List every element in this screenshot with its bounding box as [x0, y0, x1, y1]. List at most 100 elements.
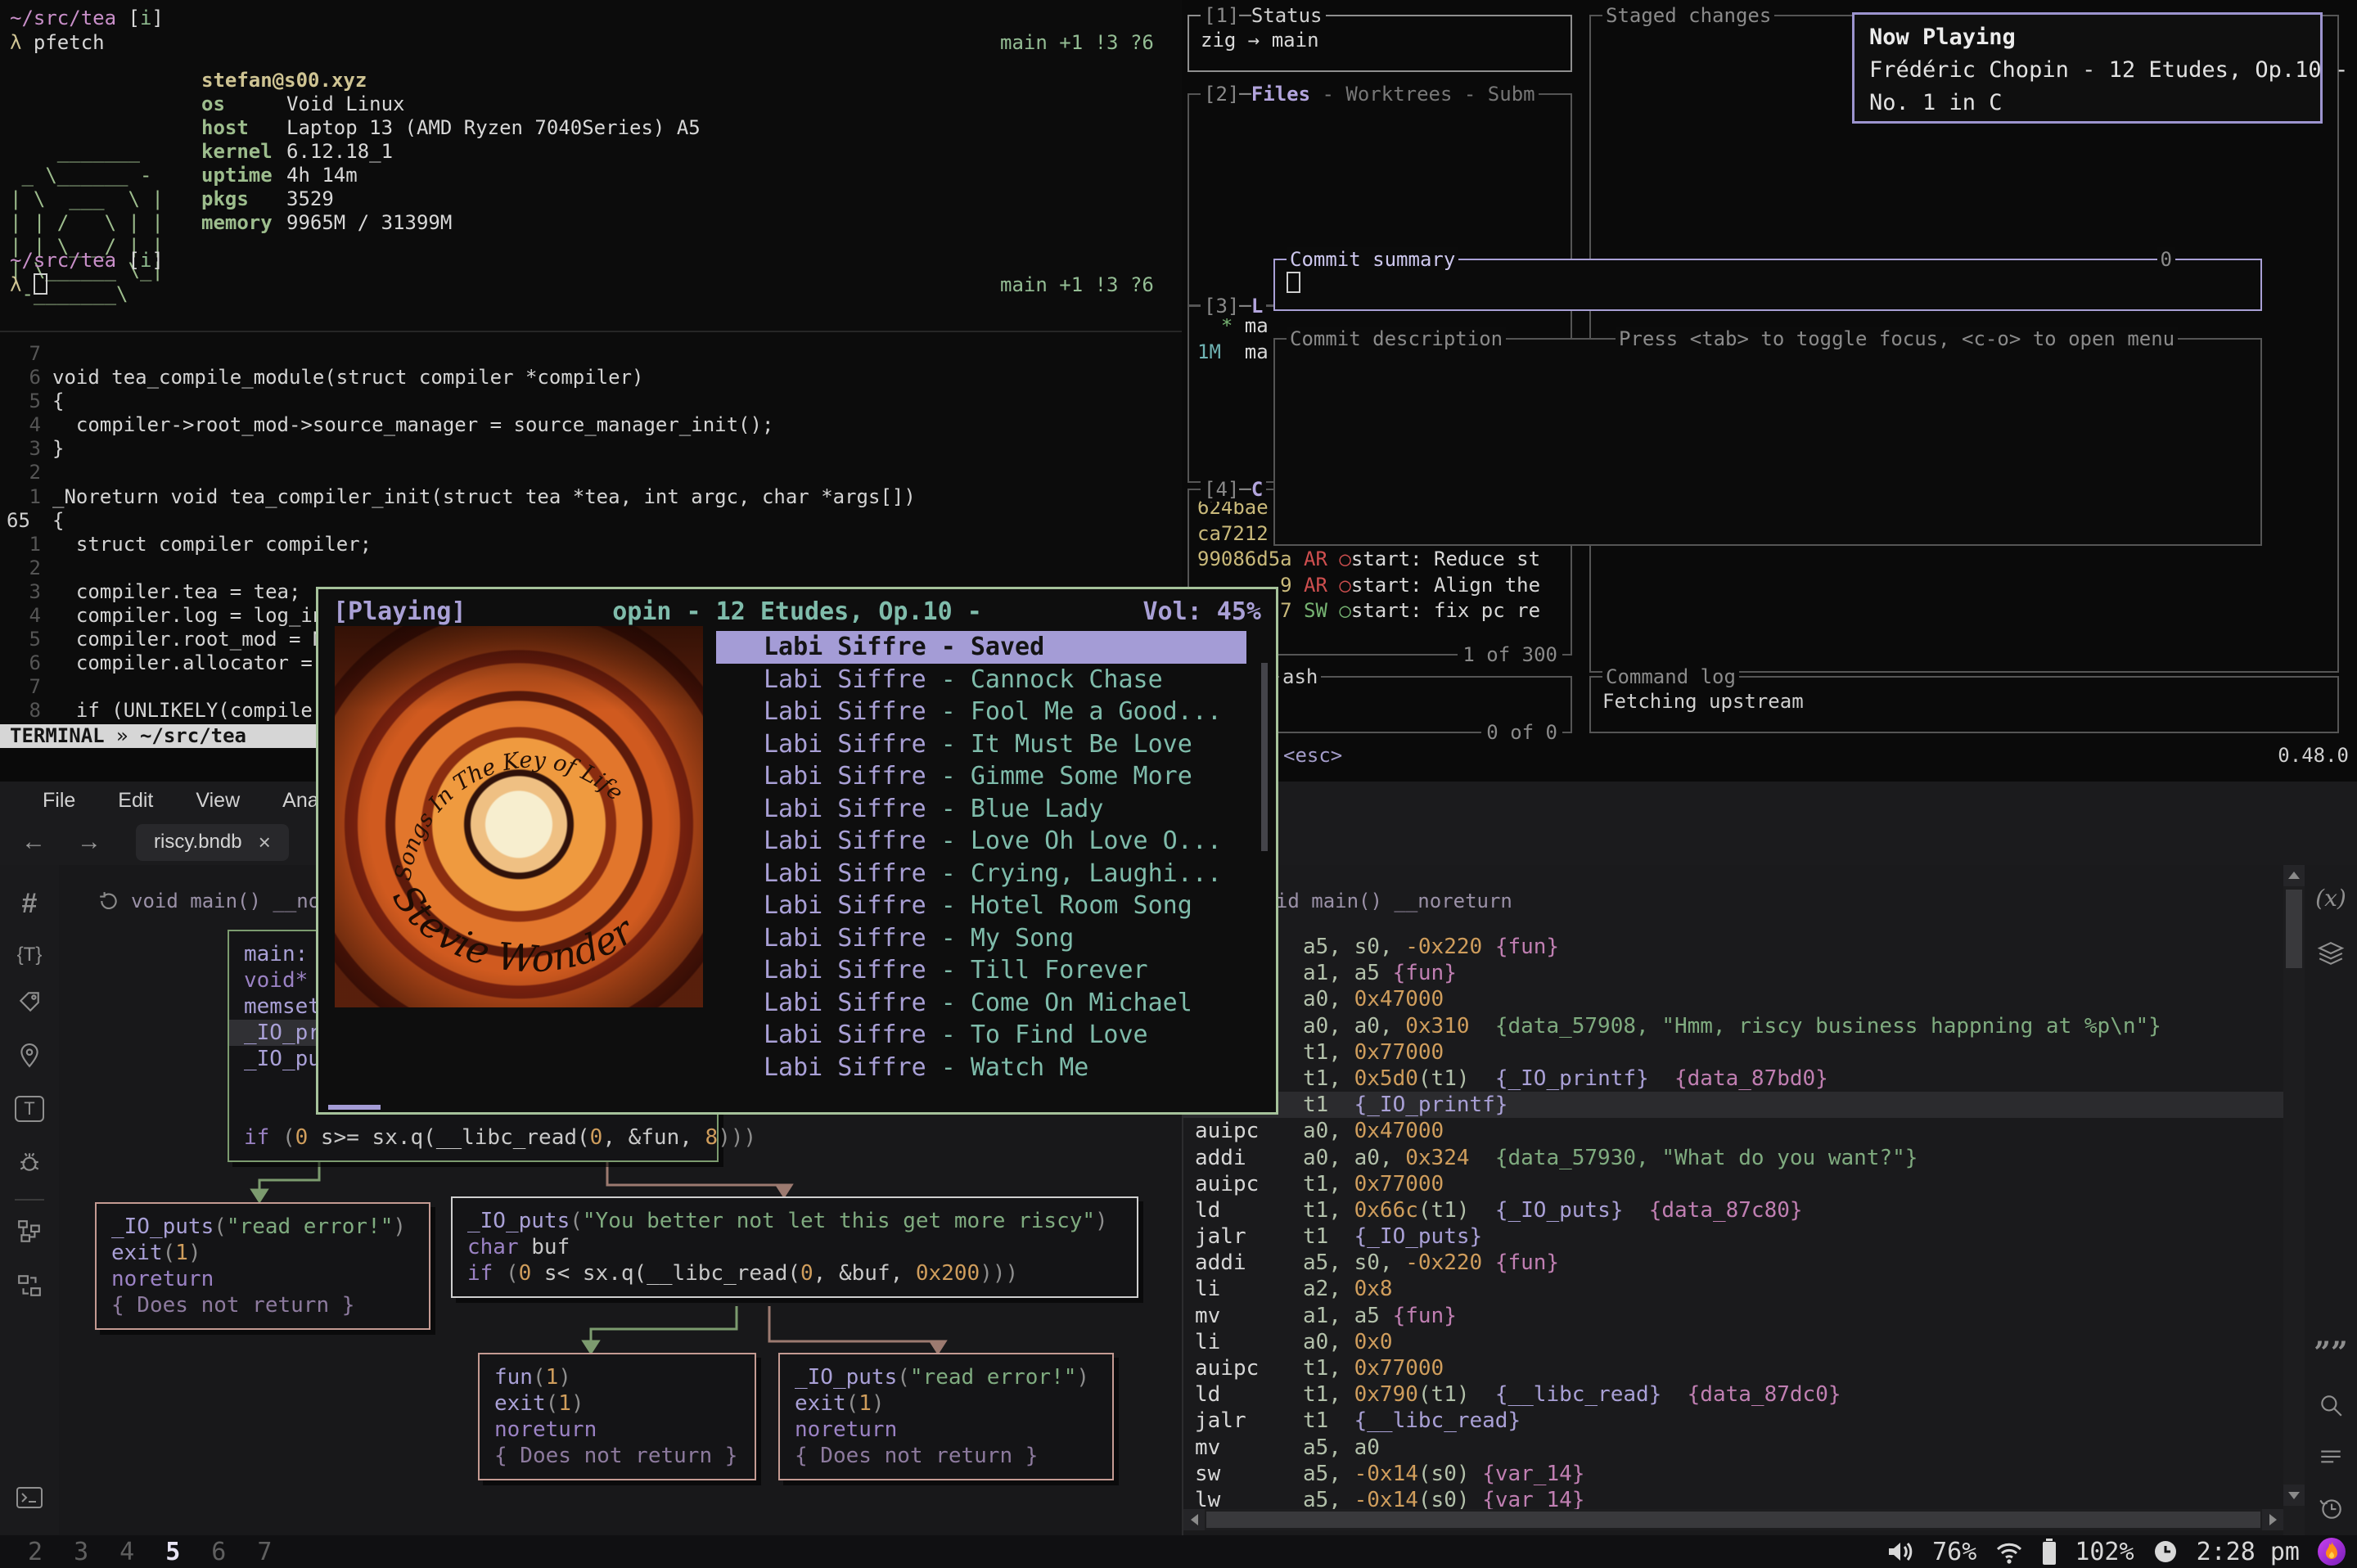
playlist-item[interactable]: Labi Siffre - To Find Love — [716, 1019, 1246, 1052]
lazygit-status-panel[interactable]: [1]─Status zig → main — [1188, 15, 1572, 72]
scroll-left-button[interactable] — [1183, 1509, 1205, 1530]
location-pin-icon[interactable] — [0, 1043, 59, 1072]
nav-back-button[interactable]: ← — [21, 828, 46, 856]
disasm-row[interactable]: auipca0, 0x47000 — [1183, 1118, 2283, 1144]
volume-icon — [1886, 1539, 1914, 1564]
graph-node-riscy[interactable]: _IO_puts("You better not let this get mo… — [451, 1196, 1138, 1298]
playlist-item[interactable]: Labi Siffre - Blue Lady — [716, 793, 1246, 826]
vertical-scrollbar[interactable] — [2283, 865, 2305, 1535]
vscroll-thumb[interactable] — [2286, 890, 2302, 968]
playlist-item[interactable]: Labi Siffre - Till Forever — [716, 954, 1246, 987]
menu-edit[interactable]: Edit — [97, 789, 174, 813]
disasm-row[interactable]: swa5, -0x14(s0) {var_14} — [1183, 1461, 2283, 1487]
user-host: stefan@s00.xyz — [201, 69, 701, 92]
workspace-number[interactable]: 5 — [165, 1538, 180, 1566]
graph-node-fun[interactable]: fun(1)exit(1)noreturn{ Does not return } — [478, 1353, 756, 1480]
strings-icon[interactable]: ”” — [2305, 1336, 2357, 1370]
graph-node-read-error-2[interactable]: _IO_puts("read error!")exit(1)noreturn{ … — [778, 1353, 1114, 1480]
playlist-item[interactable]: Labi Siffre - Crying, Laughi... — [716, 858, 1246, 890]
types-icon[interactable]: {T} — [0, 944, 59, 966]
pfetch-entry: memory9965M / 31399M — [201, 211, 701, 235]
disassembly-view[interactable]: void main() __noreturn a5, s0, -0x220 {f… — [1183, 865, 2283, 1535]
disasm-row[interactable]: t1 {_IO_printf} — [1183, 1092, 2283, 1118]
disasm-row[interactable]: ldt1, 0x790(t1) {__libc_read} {data_87dc… — [1183, 1381, 2283, 1408]
workspace-number[interactable]: 2 — [28, 1538, 43, 1566]
lazygit-command-log-panel[interactable]: Command log Fetching upstream — [1589, 676, 2339, 733]
menu-view[interactable]: View — [174, 789, 261, 813]
code-line: 6void tea_compile_module(struct compiler… — [0, 366, 1182, 390]
disasm-row[interactable]: lia0, 0x0 — [1183, 1329, 2283, 1355]
commits-counter: 1 of 300 — [1458, 642, 1562, 667]
tmux-status-bar[interactable]: TERMINAL » ~/src/tea — [0, 724, 331, 748]
scroll-up-button[interactable] — [2283, 865, 2305, 886]
commit-summary-popup[interactable]: Commit summary 0 — [1273, 259, 2262, 311]
hscroll-thumb[interactable] — [1206, 1512, 2260, 1528]
disasm-row[interactable]: mva1, a5 {fun} — [1183, 1303, 2283, 1329]
mini-graph-icon[interactable] — [0, 1219, 59, 1249]
xrefs-icon[interactable]: # — [0, 888, 59, 920]
clock-icon — [2152, 1539, 2179, 1565]
summary-input-cursor[interactable] — [1287, 272, 1300, 293]
disasm-row[interactable]: jalrt1 {__libc_read} — [1183, 1408, 2283, 1434]
horizontal-scrollbar[interactable] — [1183, 1509, 2283, 1530]
terminal-pane[interactable]: ~/src/tea [i] λ pfetch main +1 !3 ?6 ___… — [0, 0, 1182, 331]
disasm-row[interactable]: a0, a0, 0x310 {data_57908, "Hmm, riscy b… — [1183, 1013, 2283, 1039]
playlist-scrollbar[interactable] — [1261, 663, 1268, 851]
notification-line: No. 1 in C — [1869, 87, 2305, 119]
terminal-rail-icon[interactable] — [0, 1485, 59, 1514]
playlist-item[interactable]: Labi Siffre - My Song — [716, 922, 1246, 955]
commit-description-popup[interactable]: Commit description Press <tab> to toggle… — [1273, 338, 2262, 546]
type-view-icon[interactable]: T — [0, 1096, 59, 1122]
nav-forward-button[interactable]: → — [77, 828, 101, 856]
variables-icon[interactable]: (x) — [2305, 885, 2357, 912]
disasm-row[interactable]: auipct1, 0x77000 — [1183, 1171, 2283, 1197]
workspace-number[interactable]: 4 — [119, 1538, 134, 1566]
commit-row[interactable]: 99086d5a AR ○start: Reduce st — [1197, 547, 1571, 573]
playlist-item[interactable]: Labi Siffre - Fool Me a Good... — [716, 696, 1246, 728]
history-clock-icon[interactable] — [2305, 1495, 2357, 1525]
debugger-bug-icon[interactable] — [0, 1150, 59, 1178]
playlist-item[interactable]: Labi Siffre - Cannock Chase — [716, 664, 1246, 696]
playlist-item[interactable]: Labi Siffre - Hotel Room Song — [716, 890, 1246, 922]
playlist-item[interactable]: Labi Siffre - Love Oh Love O... — [716, 825, 1246, 858]
disasm-row[interactable]: addia5, s0, -0x220 {fun} — [1183, 1250, 2283, 1276]
esc-hint: <esc> — [1283, 743, 1342, 768]
swap-blocks-icon[interactable] — [0, 1273, 59, 1303]
disasm-row[interactable]: addia0, a0, 0x324 {data_57930, "What do … — [1183, 1145, 2283, 1171]
album-art: Songs In The Key of Life Stevie Wonder — [335, 626, 703, 1007]
disasm-row[interactable]: t1, 0x5d0(t1) {_IO_printf} {data_87bd0} — [1183, 1066, 2283, 1092]
disasm-row[interactable]: t1, 0x77000 — [1183, 1039, 2283, 1066]
scroll-down-button[interactable] — [2283, 1485, 2305, 1506]
browser-tray-icon[interactable] — [2318, 1538, 2346, 1566]
workspace-number[interactable]: 3 — [74, 1538, 88, 1566]
log-list-icon[interactable] — [2305, 1444, 2357, 1475]
music-player-window[interactable]: [Playing] opin - 12 Etudes, Op.10 - Vol:… — [316, 587, 1278, 1115]
code-line: 2 — [0, 461, 1182, 484]
menu-file[interactable]: File — [21, 789, 97, 813]
disasm-row[interactable]: lia2, 0x8 — [1183, 1276, 2283, 1302]
disasm-row[interactable]: a0, 0x47000 — [1183, 986, 2283, 1012]
disasm-row[interactable]: a5, s0, -0x220 {fun} — [1183, 934, 2283, 960]
disasm-row[interactable]: auipct1, 0x77000 — [1183, 1355, 2283, 1381]
disasm-row[interactable]: a1, a5 {fun} — [1183, 960, 2283, 986]
workspace-number[interactable]: 7 — [257, 1538, 272, 1566]
scroll-right-button[interactable] — [2262, 1509, 2283, 1530]
playlist-item[interactable]: Labi Siffre - Watch Me — [716, 1052, 1246, 1084]
stack-layers-icon[interactable] — [2305, 940, 2357, 972]
playlist-item[interactable]: Labi Siffre - Come On Michael — [716, 987, 1246, 1020]
workspace-number[interactable]: 6 — [211, 1538, 226, 1566]
disasm-row[interactable]: ldt1, 0x66c(t1) {_IO_puts} {data_87c80} — [1183, 1197, 2283, 1223]
playlist-item[interactable]: Labi Siffre - Saved — [716, 631, 1246, 664]
tab-close-icon[interactable]: × — [259, 830, 271, 855]
notification-line: Frédéric Chopin - 12 Etudes, Op.10 - — [1869, 54, 2305, 87]
tab-riscy-bndb[interactable]: riscy.bndb× — [136, 824, 289, 861]
stash-counter: 0 of 0 — [1481, 720, 1562, 745]
playlist-item[interactable]: Labi Siffre - Gimme Some More — [716, 760, 1246, 793]
now-playing-notification[interactable]: Now Playing Frédéric Chopin - 12 Etudes,… — [1852, 12, 2323, 124]
search-icon[interactable] — [2305, 1392, 2357, 1422]
graph-node-read-error-1[interactable]: _IO_puts("read error!")exit(1)noreturn{ … — [95, 1202, 430, 1330]
disasm-row[interactable]: mva5, a0 — [1183, 1435, 2283, 1461]
disasm-row[interactable]: jalrt1 {_IO_puts} — [1183, 1223, 2283, 1250]
playlist-item[interactable]: Labi Siffre - It Must Be Love — [716, 728, 1246, 761]
tag-icon[interactable] — [0, 989, 59, 1018]
